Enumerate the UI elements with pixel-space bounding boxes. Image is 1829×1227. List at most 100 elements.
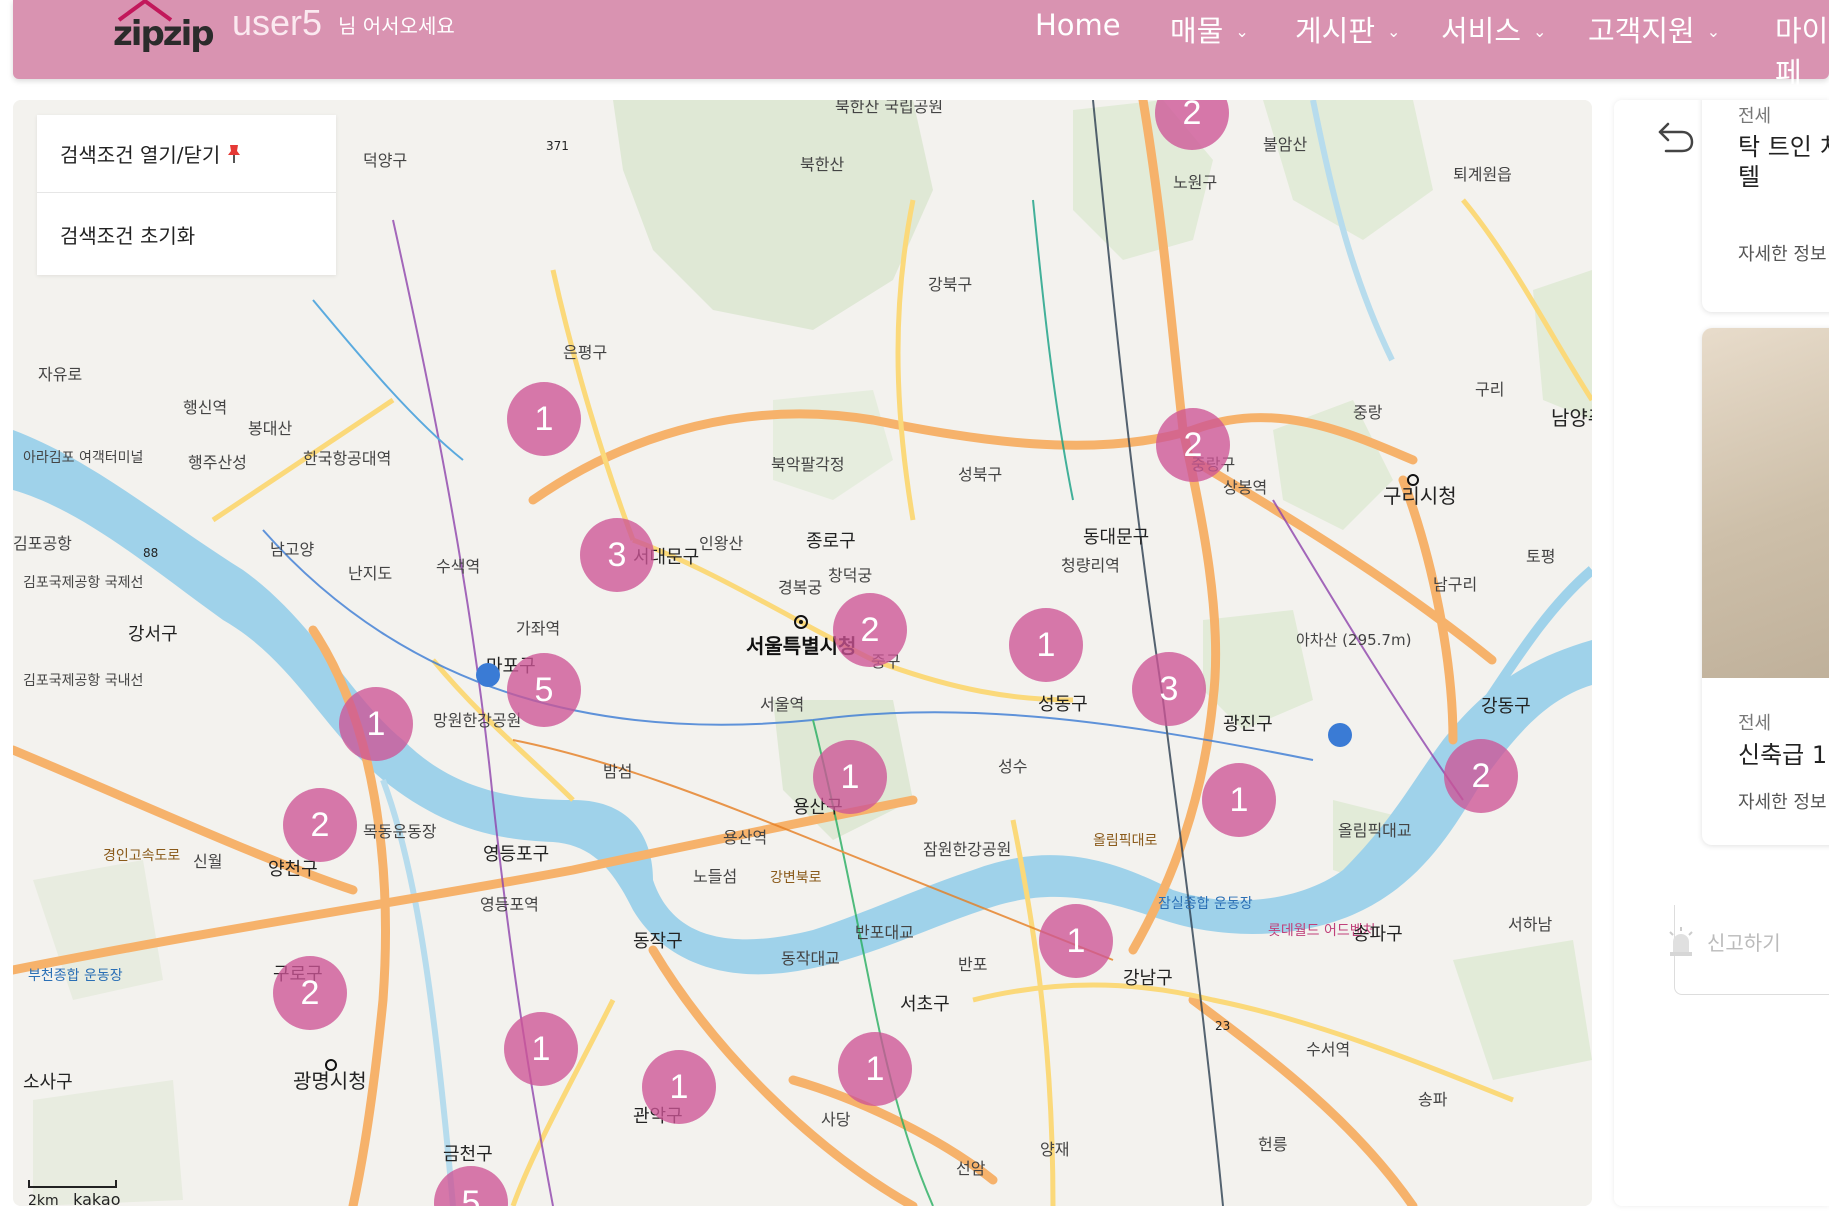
user-name: user5 [232, 2, 323, 43]
map-label: 난지도 [348, 564, 392, 583]
map-label: 수서역 [1306, 1040, 1350, 1059]
map-label: 상봉역 [1223, 478, 1267, 497]
reset-search-conditions-button[interactable]: 검색조건 초기화 [37, 195, 336, 273]
scale-bar [28, 1180, 117, 1188]
search-condition-panel: 검색조건 열기/닫기 검색조건 초기화 [37, 115, 336, 275]
map-label: 강변북로 [770, 870, 822, 886]
map-label: 올림픽대교 [1338, 821, 1412, 840]
map-label: 남고양 [270, 540, 314, 559]
menu-listings[interactable]: 매물 ⌄ [1170, 8, 1249, 50]
cluster-count: 1 [840, 757, 860, 796]
listing-cluster[interactable]: 1 [504, 1012, 578, 1086]
cluster-count: 1 [534, 399, 554, 438]
listing-cluster[interactable]: 5 [507, 653, 581, 727]
map-label: 송파 [1418, 1090, 1448, 1109]
map-label: 수색역 [436, 557, 480, 576]
menu-mypage[interactable]: 마이페 [1775, 8, 1829, 92]
listing-title: 탁 트인 치 텔 [1738, 133, 1829, 191]
listing-type: 전세 [1738, 106, 1772, 127]
map-label: 가좌역 [516, 619, 560, 638]
map-label: 서하남 [1508, 915, 1552, 934]
map-label: 영등포역 [480, 895, 539, 914]
map-provider-logo: kakao [73, 1190, 121, 1206]
map-label: 인왕산 [699, 534, 743, 553]
listing-cluster[interactable]: 1 [1202, 763, 1276, 837]
map-label: 광진구 [1223, 714, 1273, 735]
map-label: 선암 [956, 1159, 986, 1178]
map-label: 망원한강공원 [433, 711, 521, 730]
map-label: 광명시청 [293, 1069, 367, 1093]
site-logo[interactable]: zipzip [113, 0, 215, 58]
map-label: 김포공항 [13, 534, 72, 553]
map-label: 헌릉 [1258, 1135, 1287, 1154]
cluster-count: 2 [300, 973, 320, 1012]
map-label: 덕양구 [363, 151, 407, 170]
listing-side-panel: 전세 탁 트인 치 텔 자세한 정보 전세 신축급 1 자세한 정보 신고하기 [1614, 100, 1829, 1206]
map-label: 동작대교 [781, 949, 840, 968]
map-label: 송파구 [1353, 924, 1403, 945]
map-label: 양천구 [268, 859, 318, 880]
map-label: 목동운동장 [363, 822, 437, 841]
listing-cluster[interactable]: 2 [1444, 739, 1518, 813]
menu-support[interactable]: 고객지원 ⌄ [1588, 8, 1720, 50]
cluster-count: 5 [534, 670, 554, 709]
listing-cluster[interactable]: 2 [283, 788, 357, 862]
map-label: 남구리 [1433, 575, 1477, 594]
listing-cluster[interactable]: 1 [507, 382, 581, 456]
listing-cluster[interactable]: 1 [339, 687, 413, 761]
cluster-count: 1 [669, 1067, 689, 1106]
listing-details-link[interactable]: 자세한 정보 [1738, 240, 1827, 266]
map-label: 퇴계원읍 [1453, 165, 1512, 184]
map-label: 김포국제공항 국내선 [23, 673, 143, 689]
map-label: 북한산 국립공원 [835, 100, 943, 116]
menu-label: 마이페 [1775, 14, 1829, 90]
map-label: 강서구 [128, 624, 178, 645]
listing-cluster[interactable]: 1 [813, 740, 887, 814]
menu-home[interactable]: Home [1035, 8, 1121, 42]
cluster-count: 1 [1036, 625, 1056, 664]
menu-label: 매물 [1170, 14, 1224, 48]
report-button[interactable]: 신고하기 [1707, 927, 1781, 956]
listing-cluster[interactable]: 3 [1132, 652, 1206, 726]
map-label: 서울역 [760, 695, 804, 714]
map-label: 잠실종합 운동장 [1158, 896, 1253, 912]
map-scale: 2km kakao [28, 1178, 120, 1206]
listing-cluster[interactable]: 1 [1039, 904, 1113, 978]
listing-cluster[interactable]: 2 [273, 956, 347, 1030]
undo-arrow-icon[interactable] [1656, 118, 1696, 156]
route-badge [1328, 723, 1352, 747]
map-label: 성동구 [1038, 694, 1088, 715]
map-label: 아차산 (295.7m) [1296, 631, 1411, 649]
cluster-count: 1 [1229, 780, 1249, 819]
menu-board[interactable]: 게시판 ⌄ [1295, 8, 1400, 50]
cluster-count: 5 [461, 1183, 481, 1207]
listing-cluster[interactable]: 3 [580, 518, 654, 592]
map-label: 김포국제공항 국제선 [23, 575, 143, 591]
map-label: 양재 [1040, 1140, 1069, 1159]
toggle-search-conditions-button[interactable]: 검색조건 열기/닫기 [37, 115, 336, 193]
menu-label: Home [1035, 8, 1121, 42]
map-label: 사당 [821, 1110, 851, 1129]
siren-icon[interactable] [1666, 926, 1696, 958]
logo-text: zipzip [113, 14, 215, 54]
map-label: 봉대산 [248, 419, 292, 438]
listing-details-link[interactable]: 자세한 정보 [1738, 788, 1827, 814]
map-label: 아라김포 여객터미널 [23, 450, 143, 466]
listing-cluster[interactable]: 1 [642, 1050, 716, 1124]
cluster-count: 2 [1471, 756, 1491, 795]
listing-cluster[interactable]: 1 [838, 1032, 912, 1106]
map-label: 부천종합 운동장 [28, 968, 123, 984]
route-number: 371 [546, 139, 569, 153]
map-label: 구리 [1475, 380, 1504, 399]
map-label: 창덕궁 [828, 566, 872, 585]
menu-label: 게시판 [1295, 14, 1376, 48]
map-label: 구리시청 [1383, 484, 1457, 508]
listing-cluster[interactable]: 2 [833, 593, 907, 667]
listing-card[interactable]: 전세 신축급 1 자세한 정보 [1702, 328, 1829, 845]
listing-card[interactable]: 전세 탁 트인 치 텔 자세한 정보 [1702, 100, 1829, 312]
menu-services[interactable]: 서비스 ⌄ [1441, 8, 1546, 50]
cluster-count: 2 [310, 805, 330, 844]
map-label: 영등포구 [483, 844, 549, 865]
listing-cluster[interactable]: 2 [1156, 408, 1230, 482]
listing-cluster[interactable]: 1 [1009, 608, 1083, 682]
